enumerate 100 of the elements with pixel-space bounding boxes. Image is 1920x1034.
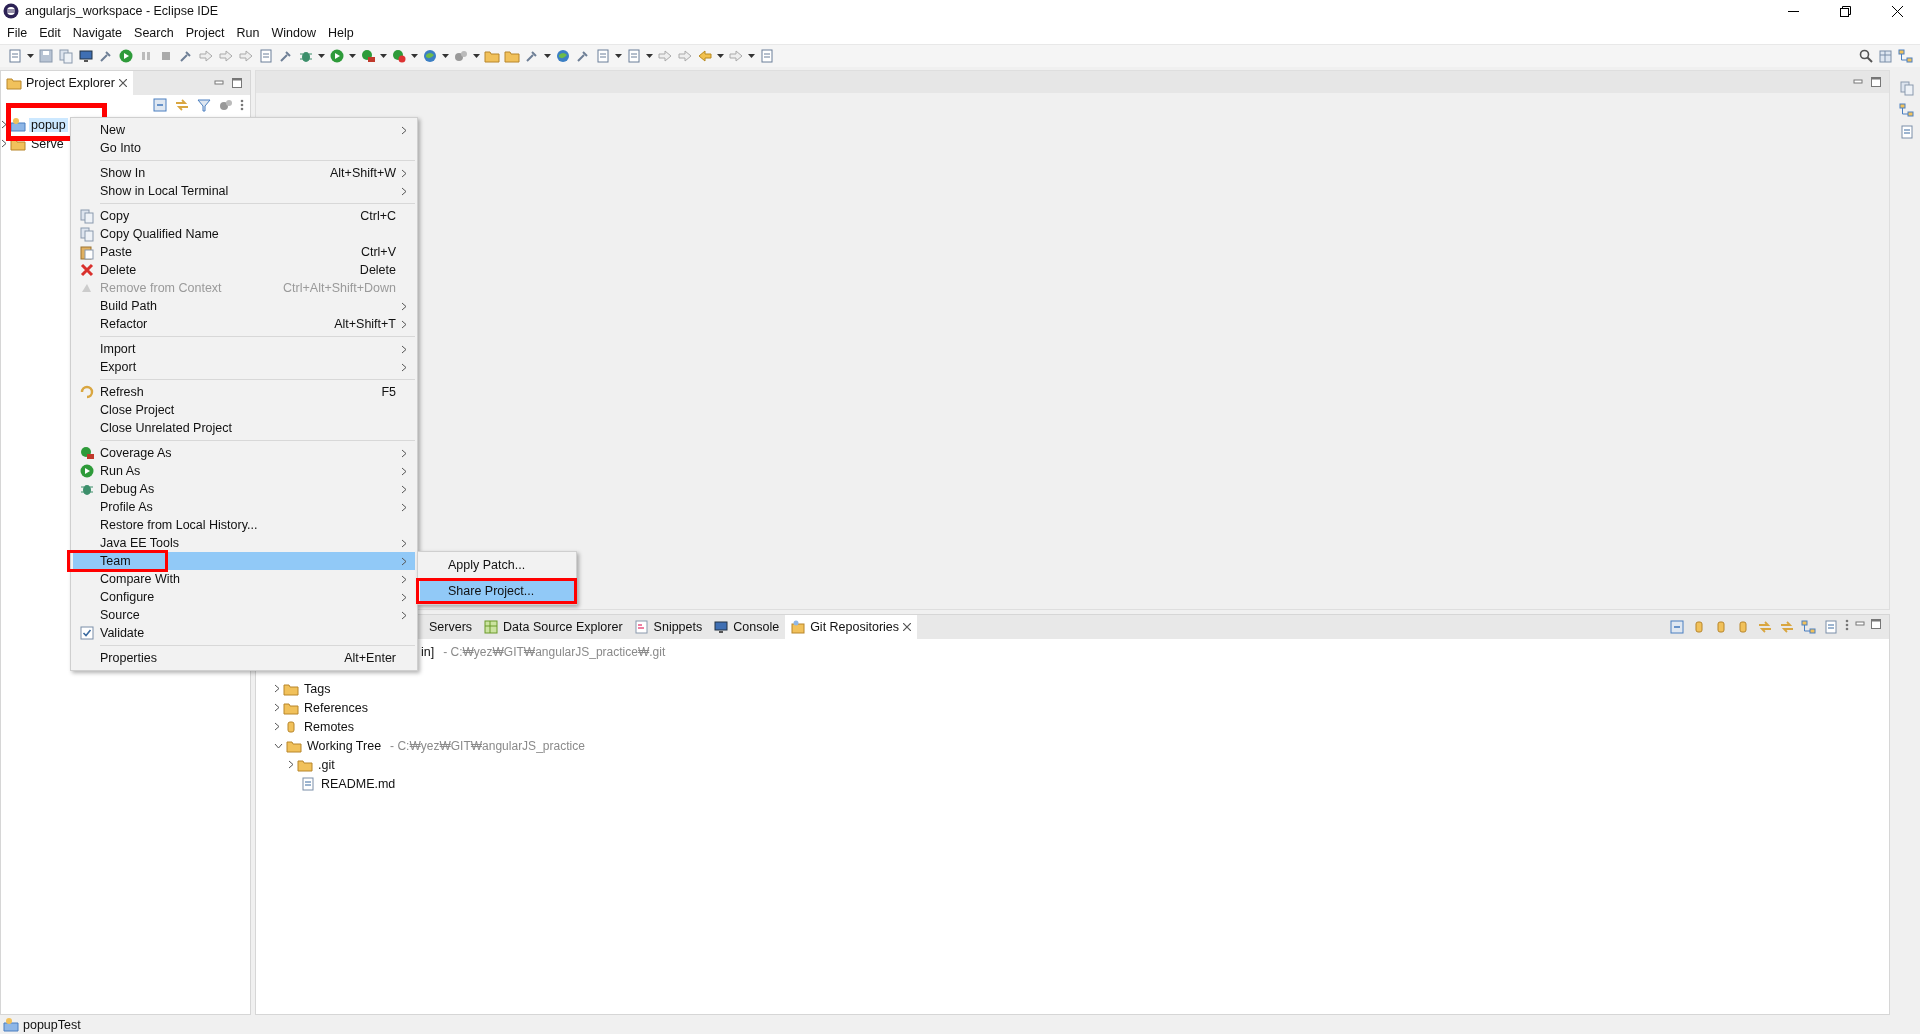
restore-icon[interactable] (1899, 80, 1915, 96)
tree-item[interactable]: .git (316, 757, 337, 772)
view-menu-icon[interactable] (240, 99, 244, 111)
monitor-icon[interactable] (77, 48, 94, 64)
perspective-icon[interactable] (1897, 48, 1914, 64)
minimize-icon[interactable] (1853, 77, 1863, 87)
tree-item[interactable]: in] (419, 644, 437, 659)
menu-item[interactable]: Copy Qualified Name (73, 225, 415, 243)
close-icon[interactable] (903, 623, 912, 631)
tree-item[interactable]: Remotes (302, 719, 357, 734)
menu-item[interactable]: Run (230, 26, 266, 40)
tree-item[interactable]: Tags (302, 681, 333, 696)
caret-icon[interactable] (747, 54, 755, 58)
view-tab[interactable]: Snippets (628, 615, 709, 639)
search-icon[interactable] (1857, 48, 1874, 64)
caret-icon[interactable] (348, 54, 356, 58)
link-icon[interactable] (1779, 619, 1795, 635)
menu-item[interactable]: Run As (73, 462, 415, 480)
menu-item[interactable]: Team (73, 552, 415, 570)
menu-item[interactable]: Window (265, 26, 322, 40)
caret-icon[interactable] (26, 54, 34, 58)
menu-item[interactable]: Copy Ctrl+C (73, 207, 415, 225)
caret-icon[interactable] (716, 54, 724, 58)
outline-icon[interactable] (1899, 102, 1915, 118)
document-icon[interactable] (1899, 124, 1915, 140)
menu-item[interactable]: Refresh F5 (73, 383, 415, 401)
menu-item[interactable]: Import (73, 340, 415, 358)
maximize-icon[interactable] (232, 78, 242, 88)
link-icon[interactable] (174, 97, 190, 113)
copy-icon (78, 226, 95, 242)
menu-item[interactable]: Java EE Tools (73, 534, 415, 552)
menu-item[interactable]: Show in Local Terminal (73, 182, 415, 200)
menu-item[interactable]: Debug As (73, 480, 415, 498)
external-tool-icon[interactable] (390, 48, 407, 64)
caret-icon[interactable] (317, 54, 325, 58)
menu-item[interactable]: Project (179, 26, 231, 40)
view-tab[interactable]: Project Explorer (1, 71, 133, 95)
caret-icon[interactable] (645, 54, 653, 58)
menu-item[interactable]: Validate (73, 624, 415, 642)
view-tab[interactable]: Data Source Explorer (478, 615, 629, 639)
tree-item[interactable]: popup (29, 117, 68, 132)
menu-item[interactable]: Search (128, 26, 180, 40)
view-tab[interactable]: Console (708, 615, 786, 639)
view-menu-icon[interactable] (1845, 619, 1849, 631)
tree-item[interactable]: README.md (319, 776, 398, 791)
menu-item[interactable]: Restore from Local History... (73, 516, 415, 534)
minimize-icon[interactable] (214, 78, 224, 88)
maximize-icon[interactable] (1871, 77, 1881, 87)
gear-icon[interactable] (218, 97, 234, 113)
tree-item[interactable]: References (302, 700, 370, 715)
menu-item[interactable]: Configure (73, 588, 415, 606)
run-icon[interactable] (117, 48, 134, 64)
coverage-icon[interactable] (359, 48, 376, 64)
document-icon[interactable] (257, 48, 274, 64)
maximize-icon[interactable] (1871, 619, 1881, 629)
menu-item[interactable]: Share Project... (420, 581, 574, 601)
caret-icon[interactable] (472, 54, 480, 58)
menu-item[interactable]: Build Path (73, 297, 415, 315)
menu-item[interactable]: Close Project (73, 401, 415, 419)
menu-item[interactable]: Help (321, 26, 360, 40)
caret-icon[interactable] (614, 54, 622, 58)
close-icon[interactable] (118, 79, 127, 87)
menu-item[interactable]: File (1, 26, 34, 40)
run-icon[interactable] (328, 48, 345, 64)
menu-item[interactable]: Export (73, 358, 415, 376)
caret-icon[interactable] (410, 54, 418, 58)
link-icon[interactable] (1757, 619, 1773, 635)
menu-item[interactable]: Paste Ctrl+V (73, 243, 415, 261)
project-icon (3, 1016, 19, 1033)
menu-item[interactable]: New (73, 121, 415, 139)
globe-icon[interactable] (421, 48, 438, 64)
menu-item[interactable]: Profile As (73, 498, 415, 516)
filter-icon[interactable] (196, 97, 212, 113)
document-icon[interactable] (1823, 619, 1839, 635)
grid-icon (483, 619, 500, 635)
menu-item[interactable]: Source (73, 606, 415, 624)
menu-item[interactable]: Go Into (73, 139, 415, 157)
menu-item[interactable]: Show In Alt+Shift+W (73, 164, 415, 182)
folder-icon[interactable] (503, 48, 520, 64)
view-tab[interactable]: Git Repositories (785, 615, 918, 639)
menu-item[interactable]: Properties Alt+Enter (73, 649, 415, 667)
minimize-icon[interactable] (1855, 619, 1865, 629)
collapse-all-icon[interactable] (1669, 619, 1685, 635)
caret-icon[interactable] (543, 54, 551, 58)
menu-item[interactable]: Close Unrelated Project (73, 419, 415, 437)
document-icon (633, 619, 650, 635)
menu-item[interactable]: Edit (33, 26, 67, 40)
menu-item[interactable]: Coverage As (73, 444, 415, 462)
menu-item[interactable]: Navigate (66, 26, 129, 40)
collapse-all-icon[interactable] (152, 97, 168, 113)
caret-icon[interactable] (379, 54, 387, 58)
tree-item[interactable]: Working Tree (305, 738, 384, 753)
view-tab[interactable]: Servers (424, 615, 479, 639)
tree-icon[interactable] (1801, 619, 1817, 635)
menu-item[interactable]: Delete Delete (73, 261, 415, 279)
caret-icon[interactable] (441, 54, 449, 58)
menu-item[interactable]: Compare With (73, 570, 415, 588)
globe-icon[interactable] (554, 48, 571, 64)
menu-item[interactable]: Refactor Alt+Shift+T (73, 315, 415, 333)
menu-item[interactable]: Apply Patch... (420, 555, 574, 575)
